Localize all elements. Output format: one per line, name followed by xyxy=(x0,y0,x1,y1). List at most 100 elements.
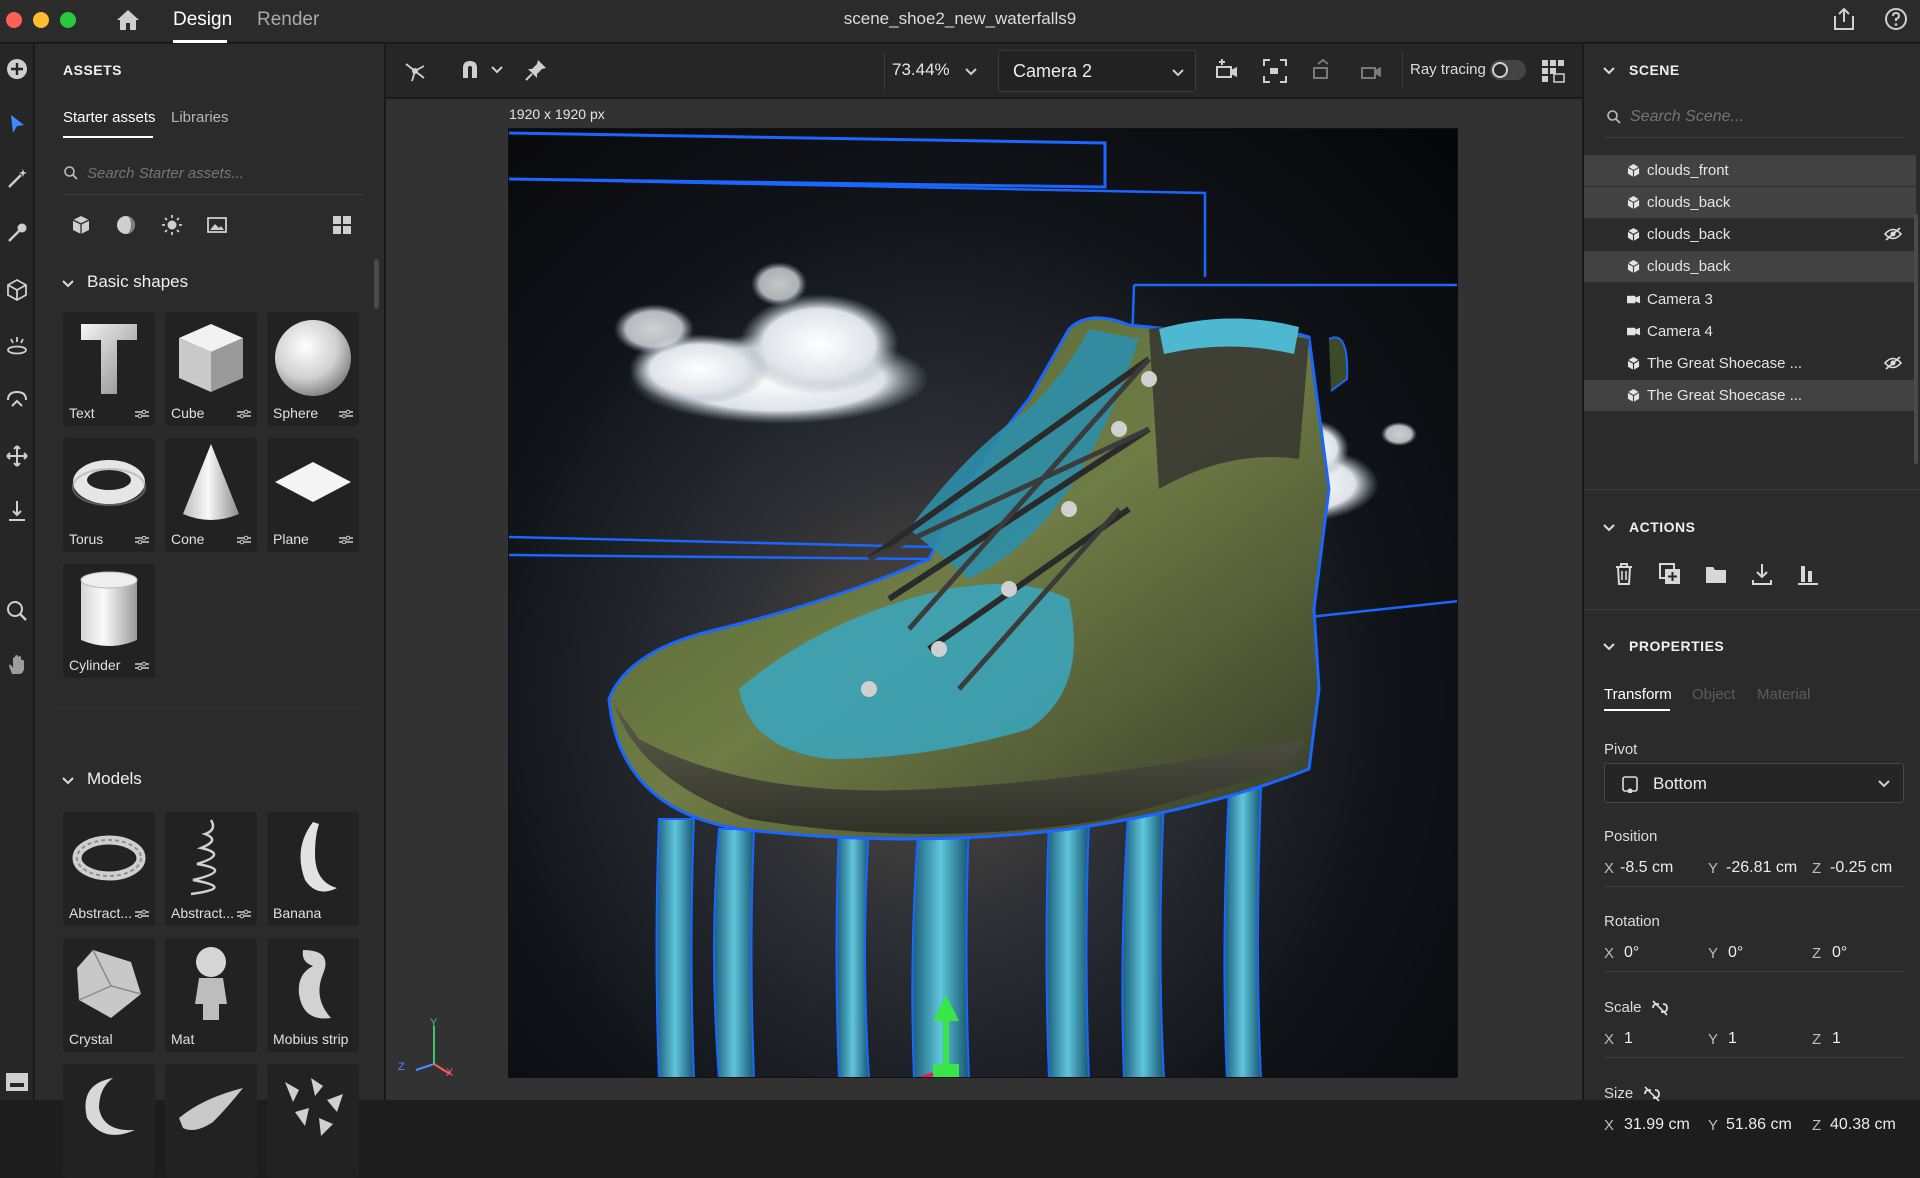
camera-select[interactable]: Camera 2 xyxy=(998,50,1196,92)
tab-transform[interactable]: Transform xyxy=(1604,686,1672,703)
3d-model-filter-icon[interactable] xyxy=(70,214,92,236)
chevron-down-icon[interactable] xyxy=(1602,64,1616,78)
size-x-field[interactable]: 31.99 cm xyxy=(1624,1116,1690,1134)
scene-item[interactable]: Camera 4 xyxy=(1584,316,1916,347)
artboard[interactable] xyxy=(508,128,1458,1078)
asset-model[interactable] xyxy=(165,1064,257,1178)
move-tool-icon[interactable] xyxy=(4,443,30,469)
scene-item[interactable]: The Great Shoecase ... xyxy=(1584,348,1916,379)
asset-model[interactable] xyxy=(267,1064,359,1178)
size-y-field[interactable]: 51.86 cm xyxy=(1726,1116,1792,1134)
scene-item[interactable]: clouds_back xyxy=(1584,187,1916,218)
pin-icon[interactable] xyxy=(524,58,548,82)
asset-cone[interactable]: Cone xyxy=(165,438,257,552)
group-folder-icon[interactable] xyxy=(1704,562,1728,586)
zoom-tool-icon[interactable] xyxy=(4,598,30,624)
unlink-icon[interactable] xyxy=(1642,1085,1662,1103)
panel-toggle-icon[interactable] xyxy=(4,1069,30,1095)
magic-wand-icon[interactable] xyxy=(4,166,30,192)
asset-model[interactable]: Mat xyxy=(165,938,257,1052)
material-filter-icon[interactable] xyxy=(115,214,137,236)
chevron-down-icon[interactable] xyxy=(490,64,504,76)
align-icon[interactable] xyxy=(1796,562,1820,586)
redo-camera-icon[interactable] xyxy=(1358,58,1384,84)
asset-sphere[interactable]: Sphere xyxy=(267,312,359,426)
scene-search-input[interactable] xyxy=(1630,104,1890,130)
position-y-field[interactable]: -26.81 cm xyxy=(1726,859,1797,877)
scene-item[interactable]: clouds_back xyxy=(1584,251,1916,282)
delete-icon[interactable] xyxy=(1612,562,1636,586)
chevron-down-icon[interactable] xyxy=(61,774,75,788)
tab-starter-assets[interactable]: Starter assets xyxy=(63,109,156,126)
chevron-down-icon[interactable] xyxy=(61,277,75,291)
frame-camera-icon[interactable] xyxy=(1262,58,1288,84)
options-icon[interactable] xyxy=(339,409,353,419)
scene-graph-icon[interactable] xyxy=(402,58,428,84)
chevron-down-icon[interactable] xyxy=(964,66,978,78)
light-filter-icon[interactable] xyxy=(161,214,183,236)
position-z-field[interactable]: -0.25 cm xyxy=(1830,859,1892,877)
asset-model[interactable]: Mobius strip xyxy=(267,938,359,1052)
asset-text[interactable]: Text xyxy=(63,312,155,426)
cube-tool-icon[interactable] xyxy=(4,277,30,303)
options-icon[interactable] xyxy=(135,909,149,919)
ray-tracing-toggle[interactable] xyxy=(1490,60,1526,80)
tab-object[interactable]: Object xyxy=(1692,686,1735,703)
asset-plane[interactable]: Plane xyxy=(267,438,359,552)
chevron-down-icon[interactable] xyxy=(1602,521,1616,535)
asset-model[interactable]: Abstract... xyxy=(165,812,257,926)
tab-material[interactable]: Material xyxy=(1757,686,1810,703)
eyedropper-icon[interactable] xyxy=(4,220,30,246)
help-icon[interactable] xyxy=(1884,7,1908,31)
scene-scrollbar[interactable] xyxy=(1914,214,1918,464)
scene-item[interactable]: The Great Shoecase ... xyxy=(1584,380,1916,411)
size-z-field[interactable]: 40.38 cm xyxy=(1830,1116,1896,1134)
grid-view-icon[interactable] xyxy=(331,214,353,236)
unlink-icon[interactable] xyxy=(1650,999,1670,1017)
duplicate-icon[interactable] xyxy=(1658,562,1682,586)
asset-torus[interactable]: Torus xyxy=(63,438,155,552)
assets-scrollbar[interactable] xyxy=(374,259,379,309)
rotation-z-field[interactable]: 0° xyxy=(1832,944,1847,962)
image-filter-icon[interactable] xyxy=(206,214,228,236)
scale-x-field[interactable]: 1 xyxy=(1624,1030,1633,1048)
asset-cube[interactable]: Cube xyxy=(165,312,257,426)
undo-camera-icon[interactable] xyxy=(1310,58,1336,84)
add-camera-icon[interactable] xyxy=(1214,58,1240,84)
add-content-icon[interactable] xyxy=(4,56,30,82)
scale-y-field[interactable]: 1 xyxy=(1728,1030,1737,1048)
scene-item[interactable]: clouds_back xyxy=(1584,219,1916,250)
options-icon[interactable] xyxy=(237,909,251,919)
share-icon[interactable] xyxy=(1833,7,1855,31)
chevron-down-icon[interactable] xyxy=(1602,640,1616,654)
assets-search-input[interactable] xyxy=(87,160,327,186)
drop-to-ground-icon[interactable] xyxy=(1750,562,1774,586)
options-icon[interactable] xyxy=(135,661,149,671)
visibility-hidden-icon[interactable] xyxy=(1884,227,1902,241)
tab-libraries[interactable]: Libraries xyxy=(171,109,229,126)
rotation-x-field[interactable]: 0° xyxy=(1624,944,1639,962)
zoom-level[interactable]: 73.44% xyxy=(892,60,950,80)
light-tool-icon[interactable] xyxy=(4,333,30,359)
options-icon[interactable] xyxy=(135,535,149,545)
options-icon[interactable] xyxy=(237,535,251,545)
asset-model[interactable]: Crystal xyxy=(63,938,155,1052)
options-icon[interactable] xyxy=(339,535,353,545)
visibility-hidden-icon[interactable] xyxy=(1884,356,1902,370)
snap-magnet-icon[interactable] xyxy=(458,58,482,82)
pivot-select[interactable]: Bottom xyxy=(1604,763,1904,803)
options-icon[interactable] xyxy=(135,409,149,419)
asset-cylinder[interactable]: Cylinder xyxy=(63,564,155,678)
scale-z-field[interactable]: 1 xyxy=(1832,1030,1841,1048)
select-tool-icon[interactable] xyxy=(4,111,30,137)
asset-model[interactable] xyxy=(63,1064,155,1178)
rotation-y-field[interactable]: 0° xyxy=(1728,944,1743,962)
position-x-field[interactable]: -8.5 cm xyxy=(1620,859,1673,877)
asset-model[interactable]: Banana xyxy=(267,812,359,926)
hand-tool-icon[interactable] xyxy=(4,652,30,678)
scene-item[interactable]: Camera 3 xyxy=(1584,284,1916,315)
render-preview-icon[interactable] xyxy=(1540,58,1566,84)
scene-item[interactable]: clouds_front xyxy=(1584,155,1916,186)
options-icon[interactable] xyxy=(237,409,251,419)
asset-model[interactable]: Abstract... xyxy=(63,812,155,926)
